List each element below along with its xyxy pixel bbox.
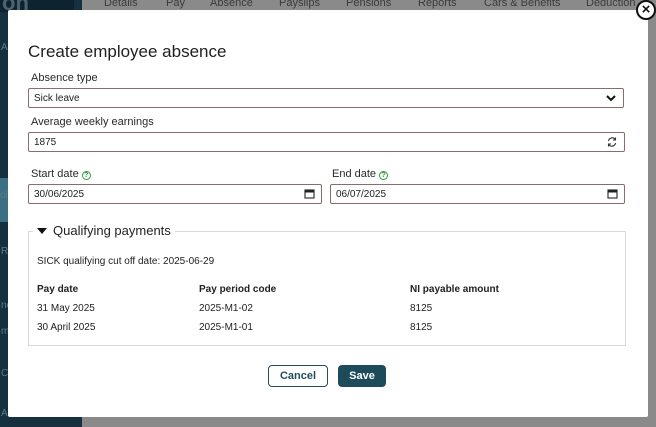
table-cell: 8125 xyxy=(410,303,433,314)
start-date-label: Start date? xyxy=(31,168,91,180)
end-date-label: End date? xyxy=(332,168,389,180)
tab-absence[interactable]: Absence xyxy=(210,0,253,9)
dialog-title: Create employee absence xyxy=(28,42,227,61)
cancel-button[interactable]: Cancel xyxy=(268,365,328,387)
tab-pensions[interactable]: Pensions xyxy=(346,0,391,9)
close-icon: × xyxy=(641,1,651,18)
column-header-pay-period-code: Pay period code xyxy=(199,284,277,295)
start-date-input[interactable]: 30/06/2025 xyxy=(28,184,322,204)
column-header-pay-date: Pay date xyxy=(37,284,79,295)
table-cell: 2025-M1-02 xyxy=(199,303,253,314)
sidebar-label: ol xyxy=(0,190,8,201)
tab-pay[interactable]: Pay xyxy=(166,0,185,9)
end-date-input[interactable]: 06/07/2025 xyxy=(330,184,625,204)
close-dialog-button[interactable]: × xyxy=(636,0,656,20)
absence-type-label: Absence type xyxy=(31,72,98,84)
calendar-icon[interactable] xyxy=(304,188,315,199)
absence-type-select[interactable]: Sick leave xyxy=(28,88,624,108)
caret-down-icon xyxy=(37,227,47,234)
sidebar-label: A xyxy=(1,42,8,53)
qualifying-payments-toggle[interactable]: Qualifying payments xyxy=(33,223,175,238)
table-cell: 30 April 2025 xyxy=(37,322,96,333)
column-header-ni-payable-amount: NI payable amount xyxy=(410,284,499,295)
weekly-earnings-label: Average weekly earnings xyxy=(31,116,154,128)
start-date-label-text: Start date xyxy=(31,168,79,180)
end-date-value: 06/07/2025 xyxy=(336,188,387,200)
tab-details[interactable]: Details xyxy=(104,0,138,9)
tab-payslips[interactable]: Payslips xyxy=(279,0,320,9)
save-button[interactable]: Save xyxy=(338,365,386,387)
start-date-value: 30/06/2025 xyxy=(34,188,85,200)
create-absence-dialog: Create employee absence Absence type Sic… xyxy=(8,10,648,417)
weekly-earnings-input[interactable]: 1875 xyxy=(28,132,625,152)
qualifying-cutoff-text: SICK qualifying cut off date: 2025-06-29 xyxy=(37,256,215,267)
absence-type-value: Sick leave xyxy=(34,92,80,104)
table-cell: 8125 xyxy=(410,322,433,333)
tab-deductions[interactable]: Deduction xyxy=(586,0,636,9)
tab-cars-benefits[interactable]: Cars & Benefits xyxy=(484,0,560,9)
table-cell: 2025-M1-01 xyxy=(199,322,253,333)
refresh-icon[interactable] xyxy=(606,136,618,148)
tab-reports[interactable]: Reports xyxy=(418,0,457,9)
chevron-down-icon xyxy=(606,95,616,102)
end-date-label-text: End date xyxy=(332,168,377,180)
table-cell: 31 May 2025 xyxy=(37,303,95,314)
qualifying-payments-panel xyxy=(28,231,626,346)
help-icon[interactable]: ? xyxy=(81,171,91,180)
help-icon[interactable]: ? xyxy=(379,171,389,180)
calendar-icon[interactable] xyxy=(607,188,618,199)
weekly-earnings-value: 1875 xyxy=(34,136,57,148)
qualifying-payments-title: Qualifying payments xyxy=(53,223,171,238)
